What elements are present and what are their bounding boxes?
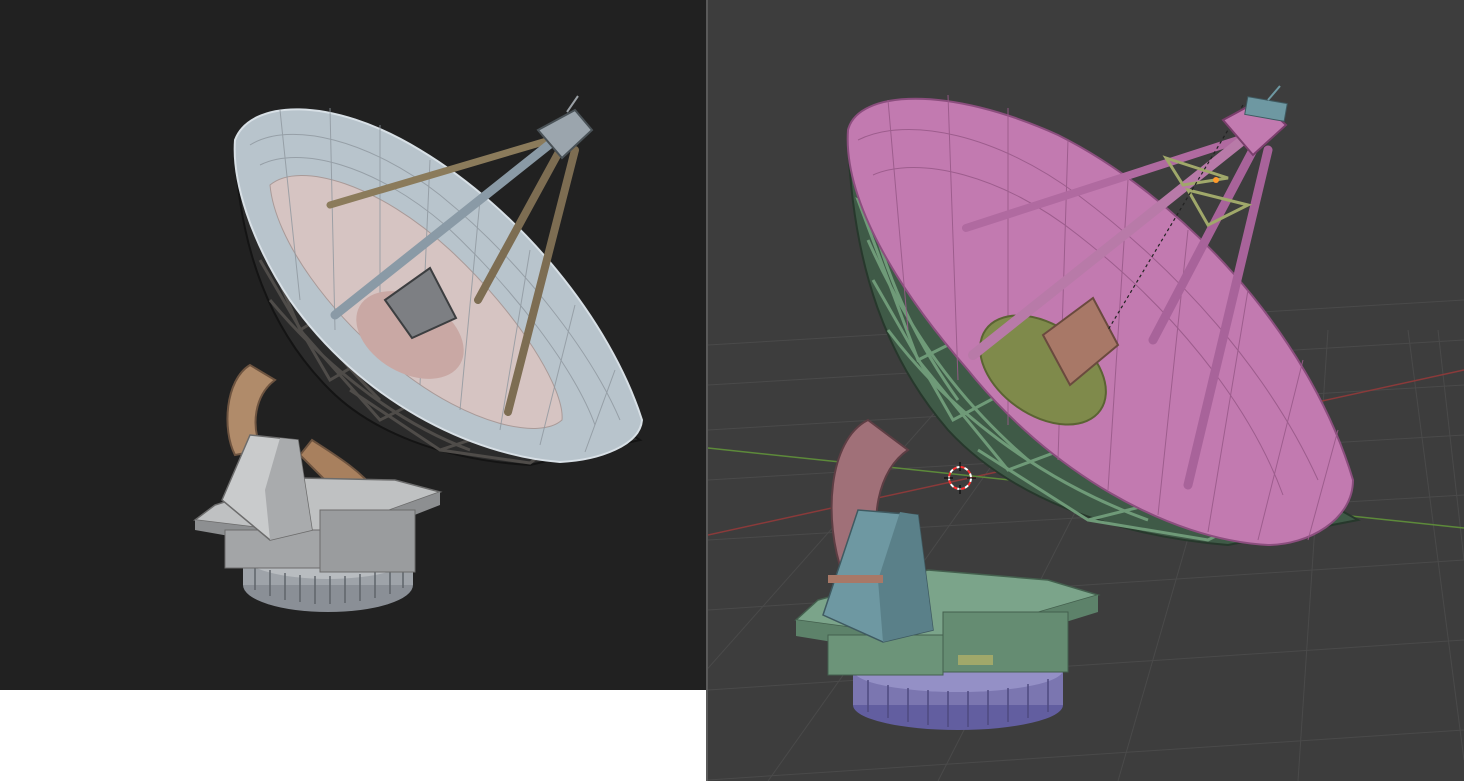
solid-view-3d-viewport[interactable] [708, 0, 1464, 781]
mount-ledge[interactable] [828, 575, 883, 583]
viewport-canvas[interactable] [708, 0, 1464, 781]
textured-render-canvas [0, 0, 706, 690]
blank-area [0, 690, 706, 781]
mount-walkway[interactable] [958, 655, 993, 665]
textured-render-view [0, 0, 706, 690]
base-block-right [319, 509, 416, 573]
origin-point [1213, 177, 1219, 183]
